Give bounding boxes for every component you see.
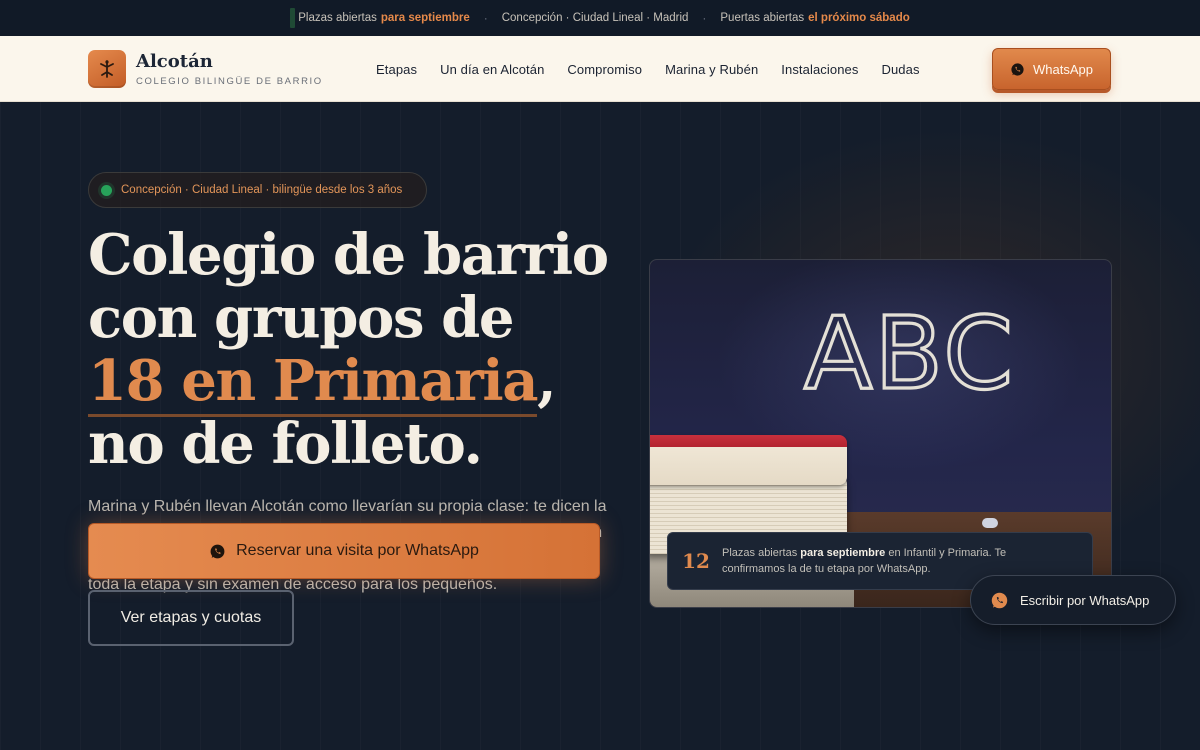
chalk-abc-text: ABC (804, 295, 1015, 400)
announcement-openday-accent: el próximo sábado (808, 12, 910, 24)
chalk-abc-drawing: ABC (802, 293, 1015, 400)
main-nav: Etapas Un día en Alcotán Compromiso Mari… (376, 36, 920, 102)
chalk-piece (982, 518, 998, 528)
announcement-location: Concepción · Ciudad Lineal · Madrid (470, 11, 689, 25)
brand-text: Alcotán COLEGIO BILINGÜE DE BARRIO (136, 50, 323, 87)
book-top (650, 435, 847, 485)
nav-item-marina-ruben[interactable]: Marina y Rubén (665, 62, 758, 77)
reserve-visit-label: Reservar una visita por WhatsApp (236, 542, 479, 559)
brand-tagline: COLEGIO BILINGÜE DE BARRIO (136, 75, 323, 87)
view-stages-button[interactable]: Ver etapas y cuotas (88, 590, 294, 646)
hero-title: Colegio de barrio con grupos de 18 en Pr… (88, 224, 648, 476)
announcement-location-text: Concepción · Ciudad Lineal · Madrid (501, 12, 689, 24)
kite-bird-icon (88, 50, 126, 88)
nav-item-etapas[interactable]: Etapas (376, 62, 417, 77)
header-whatsapp-button[interactable]: WhatsApp (992, 48, 1111, 90)
places-caption-pre: Plazas abiertas (722, 547, 798, 559)
header-whatsapp-label: WhatsApp (1033, 61, 1093, 77)
hero-title-line1: Colegio de barrio (88, 222, 609, 288)
whatsapp-icon (990, 591, 1009, 610)
announcement-openday-text: Puertas abiertas (720, 12, 805, 24)
whatsapp-icon (1010, 62, 1025, 77)
location-pill: Concepción · Ciudad Lineal · bilingüe de… (88, 172, 427, 208)
announcement-marker (290, 8, 296, 28)
nav-item-compromiso[interactable]: Compromiso (567, 62, 642, 77)
hero-title-line4: no de folleto. (88, 411, 483, 477)
announcement-places-accent: para septiembre (380, 12, 470, 24)
hero-title-line2: con grupos de (88, 285, 515, 351)
announcement-openday: Puertas abiertas el próximo sábado (688, 11, 909, 25)
brand-name: Alcotán (136, 50, 213, 72)
floating-whatsapp-label: Escribir por WhatsApp (1020, 592, 1150, 608)
brand-home-link[interactable]: Alcotán COLEGIO BILINGÜE DE BARRIO (88, 50, 323, 88)
reserve-visit-button[interactable]: Reservar una visita por WhatsApp (88, 523, 600, 579)
view-stages-label: Ver etapas y cuotas (120, 609, 262, 626)
announcement-places-text: Plazas abiertas (298, 12, 377, 24)
site-header: Alcotán COLEGIO BILINGÜE DE BARRIO Etapa… (0, 36, 1200, 102)
nav-item-dudas[interactable]: Dudas (881, 62, 919, 77)
places-count: 12 (682, 549, 710, 573)
hero-title-highlight: 18 en Primaria (88, 348, 539, 417)
nav-item-instalaciones[interactable]: Instalaciones (781, 62, 858, 77)
places-caption-text: Plazas abiertas para septiembre en Infan… (722, 545, 1032, 577)
location-pill-text: Concepción · Ciudad Lineal · bilingüe de… (121, 184, 403, 196)
announcement-places: Plazas abiertas para septiembre (290, 8, 470, 28)
hero-title-comma: , (537, 348, 557, 414)
places-caption-bold: para septiembre (800, 547, 886, 559)
announcement-bar: Plazas abiertas para septiembre Concepci… (0, 0, 1200, 36)
floating-whatsapp-button[interactable]: Escribir por WhatsApp (970, 575, 1176, 625)
status-dot (101, 184, 112, 196)
nav-item-un-dia[interactable]: Un día en Alcotán (440, 62, 544, 77)
whatsapp-icon (209, 543, 226, 560)
